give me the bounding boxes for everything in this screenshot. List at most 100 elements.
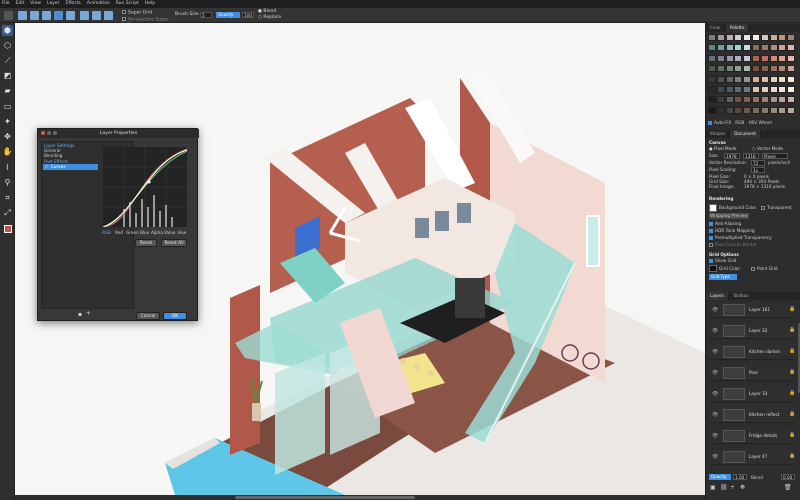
palette-swatch[interactable] (716, 65, 725, 73)
palette-swatch[interactable] (716, 34, 725, 41)
hsv-label[interactable]: HSV Wheel (749, 120, 772, 125)
tab-layers[interactable]: Layers (706, 292, 729, 300)
palette-swatch[interactable] (769, 75, 778, 83)
plane-icon[interactable] (30, 11, 39, 20)
palette-swatch[interactable] (769, 34, 778, 41)
menu-run-script[interactable]: Run Script (116, 0, 139, 8)
item-curves-row[interactable]: ✓ Curves (43, 164, 98, 170)
palette-swatch[interactable] (778, 44, 787, 52)
channel-rgb[interactable]: RGB (102, 230, 111, 235)
palette-swatch[interactable] (752, 54, 760, 62)
palette-swatch[interactable] (708, 44, 716, 52)
rect-select-icon[interactable]: ▭ (2, 101, 13, 112)
lock-icon[interactable]: 🔒 (789, 432, 795, 438)
palette-swatch[interactable] (743, 106, 752, 114)
menu-view[interactable]: View (30, 0, 41, 8)
palette-swatch[interactable] (725, 106, 734, 114)
palette-swatch[interactable] (734, 96, 743, 104)
reset-button[interactable]: Reset (135, 239, 157, 247)
layer-blend-field[interactable]: 0.00 (781, 474, 795, 480)
palette-swatch[interactable] (769, 44, 778, 52)
palette-swatch[interactable] (769, 54, 778, 62)
wall-icon[interactable] (54, 11, 63, 20)
lock-icon[interactable]: 🔒 (789, 348, 795, 354)
rgb-label[interactable]: RGB (735, 120, 744, 125)
stair-icon[interactable] (42, 11, 51, 20)
crop-icon[interactable]: ⌗ (2, 192, 13, 203)
wrapping-preview-row[interactable]: Wrapping Preview (709, 213, 749, 219)
anti-aliasing-toggle[interactable]: Anti-Aliasing (709, 221, 741, 226)
visibility-eye-icon[interactable]: 👁 (712, 370, 718, 376)
palette-swatch[interactable] (787, 96, 796, 104)
menu-effects[interactable]: Effects (65, 0, 80, 8)
tab-shapes[interactable]: Shapes (706, 130, 731, 138)
palette-swatch[interactable] (778, 96, 787, 104)
replace-option[interactable]: ○ Replace (258, 15, 298, 21)
palette-swatch[interactable] (760, 44, 769, 52)
layer-opacity-field[interactable]: 1.00 (733, 474, 747, 480)
palette-swatch[interactable] (725, 86, 734, 93)
background-color-swatch[interactable] (709, 204, 717, 212)
cylinder-icon[interactable] (104, 11, 113, 20)
layer-row[interactable]: 👁 Pool 🔒 (709, 365, 795, 381)
visibility-eye-icon[interactable]: 👁 (712, 349, 718, 355)
grid-cube-icon[interactable] (66, 11, 75, 20)
size-height-field[interactable]: 1316 (743, 153, 759, 159)
cube-icon[interactable] (18, 11, 27, 20)
opacity-slider[interactable]: Opacity (216, 12, 240, 18)
palette-swatch[interactable] (716, 86, 725, 93)
palette-swatch[interactable] (708, 106, 716, 114)
transform-icon[interactable]: ⤢ (2, 207, 13, 218)
palette-swatch[interactable] (760, 65, 769, 73)
menu-help[interactable]: Help (145, 0, 155, 8)
pixel-scaling-field[interactable]: 1x (751, 167, 765, 173)
palette-swatch[interactable] (752, 44, 760, 52)
palette-swatch[interactable] (778, 75, 787, 83)
palette-swatch[interactable] (778, 65, 787, 73)
new-folder-icon[interactable]: ▣ (710, 485, 716, 491)
sphere-icon[interactable] (80, 11, 89, 20)
tab-document[interactable]: Document (730, 130, 761, 138)
visibility-eye-icon[interactable]: 👁 (712, 391, 718, 397)
palette-swatch[interactable] (752, 34, 760, 41)
vector-mode-option[interactable]: ○ Vector Mode (752, 146, 783, 151)
palette-swatch[interactable] (708, 34, 716, 41)
palette-swatch[interactable] (760, 75, 769, 83)
palette-swatch[interactable] (778, 86, 787, 93)
palette-swatch[interactable] (787, 65, 796, 73)
grid-type-select[interactable]: Grid Type (709, 274, 737, 280)
palette-swatch[interactable] (708, 54, 716, 62)
layer-opacity-slider[interactable]: Opacity (709, 474, 731, 480)
palette-swatch[interactable] (734, 86, 743, 93)
layer-row[interactable]: 👁 Kitchen darken 🔒 (709, 344, 795, 360)
cancel-button[interactable]: Cancel (136, 312, 160, 320)
palette-swatch[interactable] (743, 54, 752, 62)
tab-toolbox[interactable]: Toolbox (729, 292, 754, 300)
lock-icon[interactable]: 🔒 (789, 369, 795, 375)
palette-swatch[interactable] (725, 65, 734, 73)
pixel-canvas-border-toggle[interactable]: Pixel Canvas Border (709, 242, 757, 247)
palette-swatch[interactable] (752, 86, 760, 93)
menu-edit[interactable]: Edit (16, 0, 25, 8)
layer-row[interactable]: 👁 Layer 161 🔒 (709, 302, 795, 318)
palette-swatch[interactable] (734, 34, 743, 41)
palette-swatch[interactable] (787, 106, 796, 114)
palette-swatch[interactable] (716, 54, 725, 62)
opacity-field[interactable]: 100 (242, 12, 254, 18)
channel-green[interactable]: Green (126, 230, 139, 235)
layer-row[interactable]: 👁 Layer 33 🔒 (709, 323, 795, 339)
palette-swatch[interactable] (787, 86, 796, 93)
palette-swatch[interactable] (778, 54, 787, 62)
hdr-toggle[interactable]: HDR Tone Mapping (709, 228, 755, 233)
palette-swatch[interactable] (716, 75, 725, 83)
brush-size-field[interactable]: 5 (200, 12, 212, 18)
palette-swatch[interactable] (734, 75, 743, 83)
palette-swatch[interactable] (769, 86, 778, 93)
move-layer-icon[interactable]: ✥ (740, 485, 745, 491)
hexagon-select-icon[interactable]: ⬡ (2, 40, 13, 51)
transparent-toggle[interactable]: Transparent (761, 205, 792, 210)
close-light-icon[interactable] (41, 131, 45, 135)
visibility-eye-icon[interactable]: 👁 (712, 412, 718, 418)
delete-layer-icon[interactable]: 🗑 (784, 485, 792, 491)
palette-swatch[interactable] (716, 106, 725, 114)
